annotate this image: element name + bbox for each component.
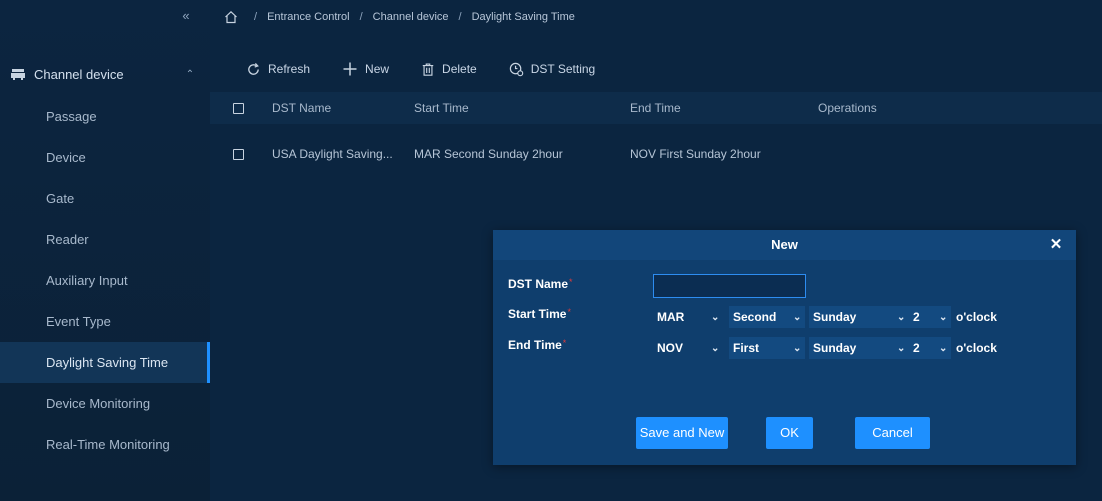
new-dst-dialog: New ✕ DST Name* Start Time* MAR ⌄ Second…: [493, 230, 1076, 465]
start-time-label: Start Time*: [508, 307, 571, 321]
start-hour-select[interactable]: 2 ⌄: [909, 306, 951, 328]
end-month-select[interactable]: NOV ⌄: [653, 337, 723, 359]
end-week-value: First: [733, 341, 760, 355]
end-week-select[interactable]: First ⌄: [729, 337, 805, 359]
table-header: DST Name Start Time End Time Operations: [210, 92, 1102, 124]
toolbar: Refresh New Delete DST Setting: [246, 54, 627, 84]
chevron-up-icon: ⌃: [185, 68, 195, 80]
start-week-value: Second: [733, 310, 777, 324]
start-month-select[interactable]: MAR ⌄: [653, 306, 723, 328]
sidebar-item-reader[interactable]: Reader: [0, 219, 210, 260]
select-all-checkbox[interactable]: [233, 103, 244, 114]
close-icon[interactable]: ✕: [1048, 230, 1064, 260]
end-time-label-text: End Time: [508, 338, 562, 352]
sidebar-item-real-time-monitoring[interactable]: Real-Time Monitoring: [0, 424, 210, 465]
sidebar-item-auxiliary-input[interactable]: Auxiliary Input: [0, 260, 210, 301]
clock-gear-icon: [509, 62, 523, 76]
column-header-dst-name[interactable]: DST Name: [272, 101, 331, 115]
breadcrumb-separator: /: [254, 11, 258, 23]
row-start-time: MAR Second Sunday 2hour: [414, 147, 563, 161]
start-time-label-text: Start Time: [508, 307, 567, 321]
end-hour-value: 2: [913, 341, 920, 355]
new-label: New: [365, 62, 390, 76]
sidebar-item-event-type[interactable]: Event Type: [0, 301, 210, 342]
sidebar-item-device[interactable]: Device: [0, 137, 210, 178]
breadcrumb-channel-device[interactable]: Channel device: [373, 11, 449, 23]
chevron-down-icon: ⌄: [711, 342, 720, 354]
channel-device-icon: [11, 69, 25, 80]
sidebar-item-daylight-saving-time[interactable]: Daylight Saving Time: [0, 342, 210, 383]
breadcrumb-daylight-saving-time: Daylight Saving Time: [471, 11, 575, 23]
end-time-label: End Time*: [508, 338, 566, 352]
column-header-operations: Operations: [818, 101, 877, 115]
end-hour-select[interactable]: 2 ⌄: [909, 337, 951, 359]
chevron-down-icon: ⌄: [939, 311, 948, 323]
row-dst-name: USA Daylight Saving...: [272, 147, 393, 161]
breadcrumb-separator: /: [458, 11, 462, 23]
sidebar-menu: Passage Device Gate Reader Auxiliary Inp…: [0, 96, 210, 465]
required-mark: *: [567, 307, 571, 317]
double-chevron-left-icon[interactable]: «: [176, 8, 196, 24]
refresh-button[interactable]: Refresh: [246, 62, 310, 77]
chevron-down-icon: ⌄: [897, 311, 906, 323]
end-day-select[interactable]: Sunday ⌄: [809, 337, 909, 359]
chevron-down-icon: ⌄: [793, 311, 802, 323]
breadcrumb: / Entrance Control / Channel device / Da…: [224, 0, 575, 34]
start-month-value: MAR: [657, 310, 685, 324]
sidebar-item-gate[interactable]: Gate: [0, 178, 210, 219]
dst-name-input[interactable]: [653, 274, 806, 298]
chevron-down-icon: ⌄: [711, 311, 720, 323]
row-checkbox[interactable]: [233, 149, 244, 160]
ok-button[interactable]: OK: [766, 417, 813, 449]
cancel-button[interactable]: Cancel: [855, 417, 930, 449]
chevron-down-icon: ⌄: [897, 342, 906, 354]
column-header-end-time[interactable]: End Time: [630, 101, 681, 115]
dialog-header: New ✕: [493, 230, 1076, 260]
sidebar-item-passage[interactable]: Passage: [0, 96, 210, 137]
end-month-value: NOV: [657, 341, 684, 355]
table-row[interactable]: USA Daylight Saving... MAR Second Sunday…: [210, 138, 1102, 170]
required-mark: *: [562, 338, 567, 348]
home-icon[interactable]: [224, 10, 238, 24]
column-header-start-time[interactable]: Start Time: [414, 101, 469, 115]
required-mark: *: [569, 277, 573, 287]
refresh-label: Refresh: [268, 62, 311, 76]
chevron-down-icon: ⌄: [793, 342, 802, 354]
start-day-value: Sunday: [813, 310, 857, 324]
sidebar: « Channel device ⌃ Passage Device Gate R…: [0, 0, 210, 501]
refresh-icon: [248, 62, 259, 75]
row-end-time: NOV First Sunday 2hour: [630, 147, 761, 161]
save-and-new-button[interactable]: Save and New: [636, 417, 728, 449]
end-oclock-label: o'clock: [956, 341, 997, 355]
chevron-down-icon: ⌄: [939, 342, 948, 354]
new-button[interactable]: New: [342, 61, 389, 77]
breadcrumb-entrance-control[interactable]: Entrance Control: [267, 11, 350, 23]
sidebar-item-device-monitoring[interactable]: Device Monitoring: [0, 383, 210, 424]
start-day-select[interactable]: Sunday ⌄: [809, 306, 909, 328]
trash-icon: [422, 63, 434, 76]
sidebar-group-channel-device[interactable]: Channel device ⌃: [0, 58, 210, 90]
start-oclock-label: o'clock: [956, 310, 997, 324]
start-hour-value: 2: [913, 310, 920, 324]
dst-name-label: DST Name*: [508, 277, 573, 291]
breadcrumb-separator: /: [359, 11, 363, 23]
start-week-select[interactable]: Second ⌄: [729, 306, 805, 328]
end-day-value: Sunday: [813, 341, 857, 355]
sidebar-group-label: Channel device: [34, 66, 124, 82]
dst-setting-label: DST Setting: [530, 62, 596, 76]
delete-label: Delete: [442, 62, 477, 76]
plus-icon: [343, 62, 357, 76]
dst-name-label-text: DST Name: [508, 277, 569, 291]
dialog-title: New: [771, 237, 798, 252]
dst-setting-button[interactable]: DST Setting: [509, 62, 595, 77]
delete-button[interactable]: Delete: [421, 62, 477, 77]
